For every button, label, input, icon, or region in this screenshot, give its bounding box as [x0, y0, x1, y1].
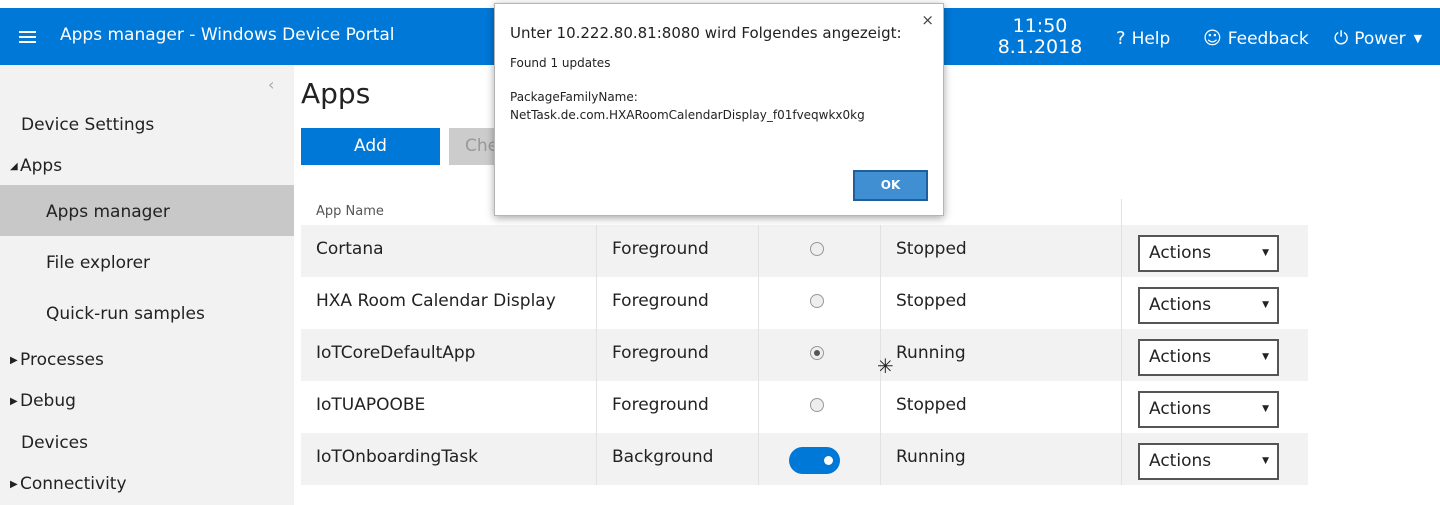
feedback-button[interactable]: ☺ Feedback — [1203, 28, 1309, 49]
help-button[interactable]: ? Help — [1116, 28, 1170, 49]
actions-dropdown[interactable]: Actions ▼ — [1138, 443, 1279, 480]
column-divider — [596, 329, 597, 381]
dialog-message-line: NetTask.de.com.HXARoomCalendarDisplay_f0… — [510, 108, 865, 122]
column-divider — [758, 381, 759, 433]
dialog-title: Unter 10.222.80.81:8080 wird Folgendes a… — [510, 24, 902, 42]
collapsed-arrow-icon: ▶ — [10, 355, 18, 366]
app-type-cell: Background — [612, 447, 714, 467]
column-divider — [758, 277, 759, 329]
app-name-cell: Cortana — [316, 239, 384, 259]
sidebar-item-connectivity[interactable]: ▶ Connectivity — [10, 474, 127, 494]
column-divider — [1121, 225, 1122, 277]
status-cell: Stopped — [896, 239, 967, 259]
column-divider — [1121, 433, 1122, 485]
sidebar-item-debug[interactable]: ▶ Debug — [10, 391, 76, 411]
dropdown-caret-icon: ▼ — [1262, 248, 1269, 258]
table-row: HXA Room Calendar Display Foreground Sto… — [301, 277, 1308, 329]
power-icon: ⏻ — [1334, 28, 1349, 49]
sidebar-item-device-settings[interactable]: Device Settings — [21, 115, 154, 135]
dropdown-caret-icon: ▼ — [1262, 352, 1269, 362]
dialog-message-line: PackageFamilyName: — [510, 90, 638, 104]
table-row: IoTUAPOOBE Foreground Stopped Actions ▼ — [301, 381, 1308, 433]
startup-radio[interactable] — [810, 346, 824, 360]
dialog-message-line: Found 1 updates — [510, 56, 611, 70]
startup-radio[interactable] — [810, 294, 824, 308]
power-button[interactable]: ⏻ Power ▼ — [1334, 28, 1422, 49]
sidebar-item-processes[interactable]: ▶ Processes — [10, 350, 104, 370]
sidebar-item-file-explorer[interactable]: File explorer — [46, 253, 150, 273]
app-type-cell: Foreground — [612, 395, 709, 415]
column-header-app-name: App Name — [316, 204, 384, 219]
actions-dropdown[interactable]: Actions ▼ — [1138, 287, 1279, 324]
dropdown-caret-icon: ▼ — [1262, 300, 1269, 310]
startup-toggle[interactable] — [789, 447, 840, 474]
column-divider — [880, 381, 881, 433]
app-type-cell: Foreground — [612, 239, 709, 259]
hamburger-menu-icon[interactable] — [19, 31, 36, 43]
app-name-cell: IoTCoreDefaultApp — [316, 343, 476, 363]
column-divider — [880, 225, 881, 277]
collapsed-arrow-icon: ▶ — [10, 479, 18, 490]
chevron-down-icon: ▼ — [1413, 32, 1423, 45]
sidebar-item-apps-manager[interactable]: Apps manager — [46, 202, 170, 222]
feedback-label: Feedback — [1227, 28, 1309, 49]
question-icon: ? — [1116, 28, 1126, 49]
column-divider — [596, 381, 597, 433]
table-row: IoTCoreDefaultApp Foreground Running Act… — [301, 329, 1308, 381]
app-type-cell: Foreground — [612, 291, 709, 311]
column-divider — [1121, 381, 1122, 433]
column-divider — [758, 433, 759, 485]
startup-radio[interactable] — [810, 242, 824, 256]
column-divider — [758, 225, 759, 277]
actions-dropdown[interactable]: Actions ▼ — [1138, 235, 1279, 272]
clock: 11:50 8.1.2018 — [990, 16, 1090, 58]
sidebar-item-devices[interactable]: Devices — [21, 433, 88, 453]
app-name-cell: HXA Room Calendar Display — [316, 291, 556, 311]
busy-cursor-icon: ✳ — [877, 354, 894, 378]
column-divider — [1121, 277, 1122, 329]
dropdown-caret-icon: ▼ — [1262, 404, 1269, 414]
column-divider — [758, 329, 759, 381]
collapsed-arrow-icon: ▶ — [10, 396, 18, 407]
column-divider — [596, 277, 597, 329]
sidebar-item-quick-run-samples[interactable]: Quick-run samples — [46, 304, 205, 324]
apps-table: App Name Cortana Foreground Stopped Acti… — [301, 199, 1308, 485]
table-row: IoTOnboardingTask Background Running Act… — [301, 433, 1308, 485]
column-divider — [880, 433, 881, 485]
status-cell: Running — [896, 343, 966, 363]
alert-dialog: × Unter 10.222.80.81:8080 wird Folgendes… — [494, 3, 944, 216]
expanded-arrow-icon: ◢ — [10, 161, 18, 172]
table-row: Cortana Foreground Stopped Actions ▼ — [301, 225, 1308, 277]
sidebar-item-apps[interactable]: ◢ Apps — [10, 156, 62, 176]
app-name-cell: IoTOnboardingTask — [316, 447, 479, 467]
app-name-cell: IoTUAPOOBE — [316, 395, 426, 415]
status-cell: Running — [896, 447, 966, 467]
help-label: Help — [1131, 28, 1171, 49]
smiley-icon: ☺ — [1203, 28, 1222, 49]
add-button[interactable]: Add — [301, 128, 440, 165]
clock-time: 11:50 — [1012, 15, 1068, 37]
column-divider — [596, 433, 597, 485]
page-title: Apps — [301, 77, 371, 110]
clock-date: 8.1.2018 — [997, 36, 1083, 58]
actions-dropdown[interactable]: Actions ▼ — [1138, 391, 1279, 428]
actions-dropdown[interactable]: Actions ▼ — [1138, 339, 1279, 376]
column-divider — [880, 277, 881, 329]
power-label: Power — [1354, 28, 1406, 49]
column-divider — [1121, 329, 1122, 381]
ok-button[interactable]: OK — [853, 170, 928, 201]
collapse-sidebar-icon[interactable]: ‹ — [268, 75, 274, 94]
dropdown-caret-icon: ▼ — [1262, 456, 1269, 466]
app-title: Apps manager - Windows Device Portal — [60, 25, 395, 45]
startup-radio[interactable] — [810, 398, 824, 412]
app-type-cell: Foreground — [612, 343, 709, 363]
close-icon[interactable]: × — [921, 11, 934, 29]
column-divider — [596, 225, 597, 277]
status-cell: Stopped — [896, 395, 967, 415]
sidebar: ‹ Device Settings ◢ Apps Apps manager Fil… — [0, 65, 294, 505]
status-cell: Stopped — [896, 291, 967, 311]
column-divider — [1121, 199, 1122, 225]
